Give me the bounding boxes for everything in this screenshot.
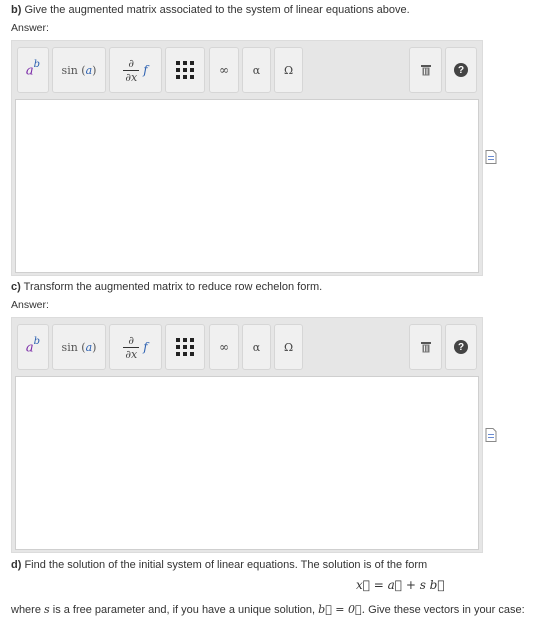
free-parameter: s [44,603,50,616]
matrix-icon [176,338,194,356]
omega-button[interactable]: Ω [274,47,303,93]
omega-symbol: Ω [283,63,294,77]
help-button[interactable]: ? [445,47,477,93]
alpha-symbol: α [252,340,261,354]
omega-symbol: Ω [283,340,294,354]
clear-button[interactable] [409,47,442,93]
infinity-symbol: ∞ [219,340,229,354]
power-button[interactable]: ab [17,324,49,370]
editor-toolbar: ab sin (a) ∂ ∂x f ∞ α Ω ? [12,41,482,97]
derivative-numerator: ∂ [128,56,135,70]
answer-input-b[interactable] [15,99,479,273]
solution-form-formula: x⃗ = a⃗ + s b⃗ [356,578,445,592]
function-button[interactable]: sin (a) [52,324,106,370]
question-c-body: Transform the augmented matrix to reduce… [23,281,323,293]
function-button[interactable]: sin (a) [52,47,106,93]
math-editor-c: ab sin (a) ∂ ∂x f ∞ α Ω ? [11,317,483,553]
question-d-text: d) Find the solution of the initial syst… [11,559,427,571]
matrix-button[interactable] [165,324,205,370]
power-exponent: b [33,59,41,71]
derivative-denominator: ∂x [125,70,138,84]
derivative-button[interactable]: ∂ ∂x f [109,47,162,93]
trash-icon [420,342,431,353]
question-d-label: d) [11,559,22,571]
function-label: sin [61,340,78,354]
alpha-button[interactable]: α [242,47,271,93]
unique-solution-condition: b⃗ = 0⃗. [318,603,366,616]
matrix-icon [176,61,194,79]
derivative-function: f [143,340,148,354]
trash-icon [420,65,431,76]
help-icon: ? [454,63,468,77]
where-suffix: Give these vectors in your case: [368,604,525,616]
question-c-text: c) Transform the augmented matrix to red… [11,281,322,293]
answer-label-b: Answer: [11,22,49,34]
derivative-function: f [143,63,148,77]
help-icon: ? [454,340,468,354]
infinity-symbol: ∞ [219,63,229,77]
clear-button[interactable] [409,324,442,370]
power-exponent: b [33,336,41,348]
math-editor-b: ab sin (a) ∂ ∂x f ∞ α Ω ? [11,40,483,276]
infinity-button[interactable]: ∞ [209,324,239,370]
where-middle: is a free parameter and, if you have a u… [52,604,316,616]
question-d-body: Find the solution of the initial system … [24,559,428,571]
where-prefix: where [11,604,41,616]
infinity-button[interactable]: ∞ [209,47,239,93]
power-base: a [25,340,34,356]
question-b-text: b) Give the augmented matrix associated … [11,4,410,16]
question-b-label: b) [11,4,22,16]
editor-toolbar: ab sin (a) ∂ ∂x f ∞ α Ω ? [12,318,482,374]
derivative-button[interactable]: ∂ ∂x f [109,324,162,370]
question-b-body: Give the augmented matrix associated to … [24,4,410,16]
matrix-button[interactable] [165,47,205,93]
help-button[interactable]: ? [445,324,477,370]
alpha-symbol: α [252,63,261,77]
answer-input-c[interactable] [15,376,479,550]
function-label: sin [61,63,78,77]
question-d-where: where s is a free parameter and, if you … [11,603,525,616]
derivative-denominator: ∂x [125,347,138,361]
power-button[interactable]: ab [17,47,49,93]
derivative-numerator: ∂ [128,333,135,347]
function-arg: a [85,63,93,77]
document-icon[interactable] [485,428,497,442]
power-base: a [25,63,34,79]
omega-button[interactable]: Ω [274,324,303,370]
function-arg: a [85,340,93,354]
alpha-button[interactable]: α [242,324,271,370]
answer-label-c: Answer: [11,299,49,311]
question-c-label: c) [11,281,21,293]
document-icon[interactable] [485,150,497,164]
